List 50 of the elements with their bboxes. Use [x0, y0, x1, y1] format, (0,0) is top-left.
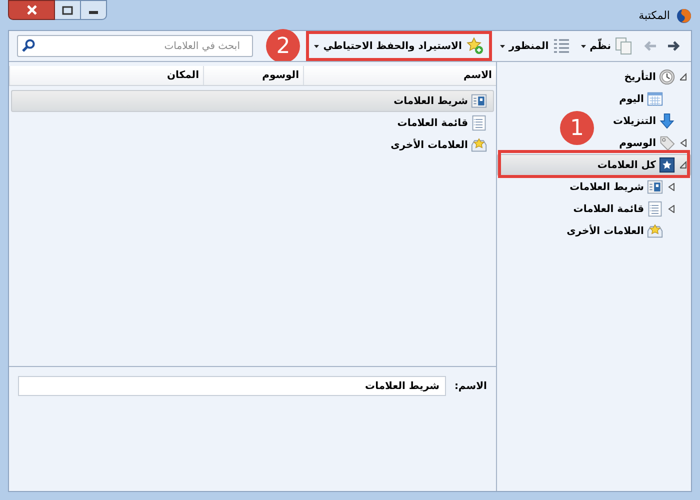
right-arrow-icon [667, 40, 681, 52]
left-arrow-icon [643, 40, 657, 52]
sidebar-item[interactable]: قائمة العلامات [568, 198, 691, 220]
app-logo-icon [676, 8, 692, 24]
sidebar-item[interactable]: كل العلامات [497, 154, 691, 176]
sidebar-item[interactable]: اليوم [614, 88, 691, 110]
organize-button[interactable]: نظّم [578, 35, 635, 57]
close-icon [26, 5, 38, 15]
star-tray-icon [471, 137, 487, 153]
table-row[interactable]: شريط العلامات [11, 90, 494, 112]
star-folder-icon [659, 157, 675, 173]
collapsed-triangle-icon [680, 139, 686, 147]
list-icon [471, 115, 487, 131]
name-label: الاسم: [454, 380, 487, 394]
views-button[interactable]: المنظور [498, 35, 573, 57]
table-row[interactable]: العلامات الأخرى [11, 134, 494, 156]
tag-icon [659, 135, 675, 151]
minimize-button[interactable] [81, 0, 107, 20]
sidebar-item[interactable]: الوسوم [614, 132, 691, 154]
list-view-icon [552, 37, 571, 55]
expanded-triangle-icon [680, 73, 686, 81]
column-header[interactable]: الوسوم [203, 66, 303, 85]
star-refresh-icon [466, 37, 484, 55]
name-field[interactable]: شريط العلامات [18, 376, 446, 396]
table-row[interactable]: قائمة العلامات [11, 112, 494, 134]
down-arrow-icon [659, 113, 675, 129]
import-button[interactable]: الاستيراد والحفظ الاحتياطي [312, 35, 486, 57]
sidebar-item[interactable]: التنزيلات [608, 110, 691, 132]
sidebar-item[interactable]: شريط العلامات [564, 176, 691, 198]
callout-badge: 2 [266, 29, 300, 63]
search-icon [22, 39, 35, 52]
column-header[interactable]: الاسم [303, 66, 496, 85]
clock-icon [659, 69, 675, 85]
toolbar-folder-icon [647, 179, 663, 195]
collapsed-triangle-icon [668, 205, 674, 213]
maximize-icon [62, 6, 73, 14]
sidebar-item[interactable]: العلامات الأخرى [562, 220, 691, 242]
toolbar-folder-icon [471, 93, 487, 109]
collapsed-triangle-icon [668, 183, 674, 191]
window-title: المكتبة [638, 8, 670, 24]
maximize-button[interactable] [55, 0, 81, 20]
column-header[interactable]: المكان [9, 66, 203, 85]
star-tray-icon [647, 223, 663, 239]
calendar-icon [647, 91, 663, 107]
search-field[interactable]: ابحث في العلامات [17, 35, 253, 57]
expanded-triangle-icon [680, 161, 686, 169]
copy-icon [615, 37, 633, 55]
close-button[interactable] [8, 0, 55, 20]
sidebar-item[interactable]: التأريخ [619, 66, 691, 88]
list-icon [647, 201, 663, 217]
